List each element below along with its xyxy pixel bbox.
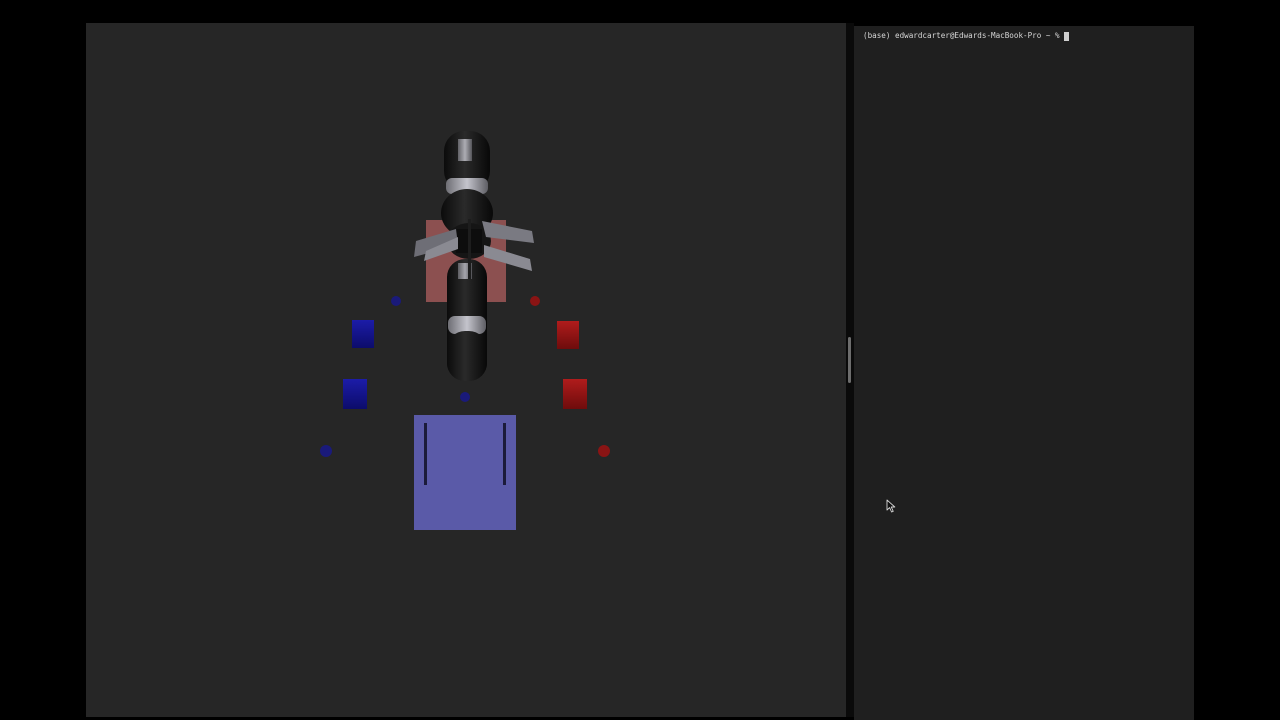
blue-marker-sphere xyxy=(320,445,332,457)
terminal-prompt: (base) edwardcarter@Edwards-MacBook-Pro … xyxy=(863,31,1060,40)
blue-target-pad xyxy=(414,415,516,530)
robot-arm xyxy=(414,131,534,381)
blue-cube xyxy=(343,379,367,409)
red-cube xyxy=(557,321,579,349)
red-marker-sphere xyxy=(598,445,610,457)
desktop: (base) edwardcarter@Edwards-MacBook-Pro … xyxy=(0,0,1280,720)
terminal-window[interactable]: (base) edwardcarter@Edwards-MacBook-Pro … xyxy=(854,26,1194,720)
terminal-prompt-line[interactable]: (base) edwardcarter@Edwards-MacBook-Pro … xyxy=(863,30,1069,42)
split-view-divider[interactable] xyxy=(846,23,854,717)
divider-drag-handle[interactable] xyxy=(848,337,851,383)
simulation-viewer[interactable] xyxy=(86,23,846,717)
blue-marker-sphere xyxy=(391,296,401,306)
blue-cube xyxy=(352,320,374,348)
simulation-scene[interactable] xyxy=(86,23,846,717)
red-marker-sphere xyxy=(530,296,540,306)
terminal-cursor xyxy=(1063,31,1069,41)
mouse-pointer-icon xyxy=(886,499,896,513)
blue-marker-sphere xyxy=(460,392,470,402)
red-cube xyxy=(563,379,587,409)
